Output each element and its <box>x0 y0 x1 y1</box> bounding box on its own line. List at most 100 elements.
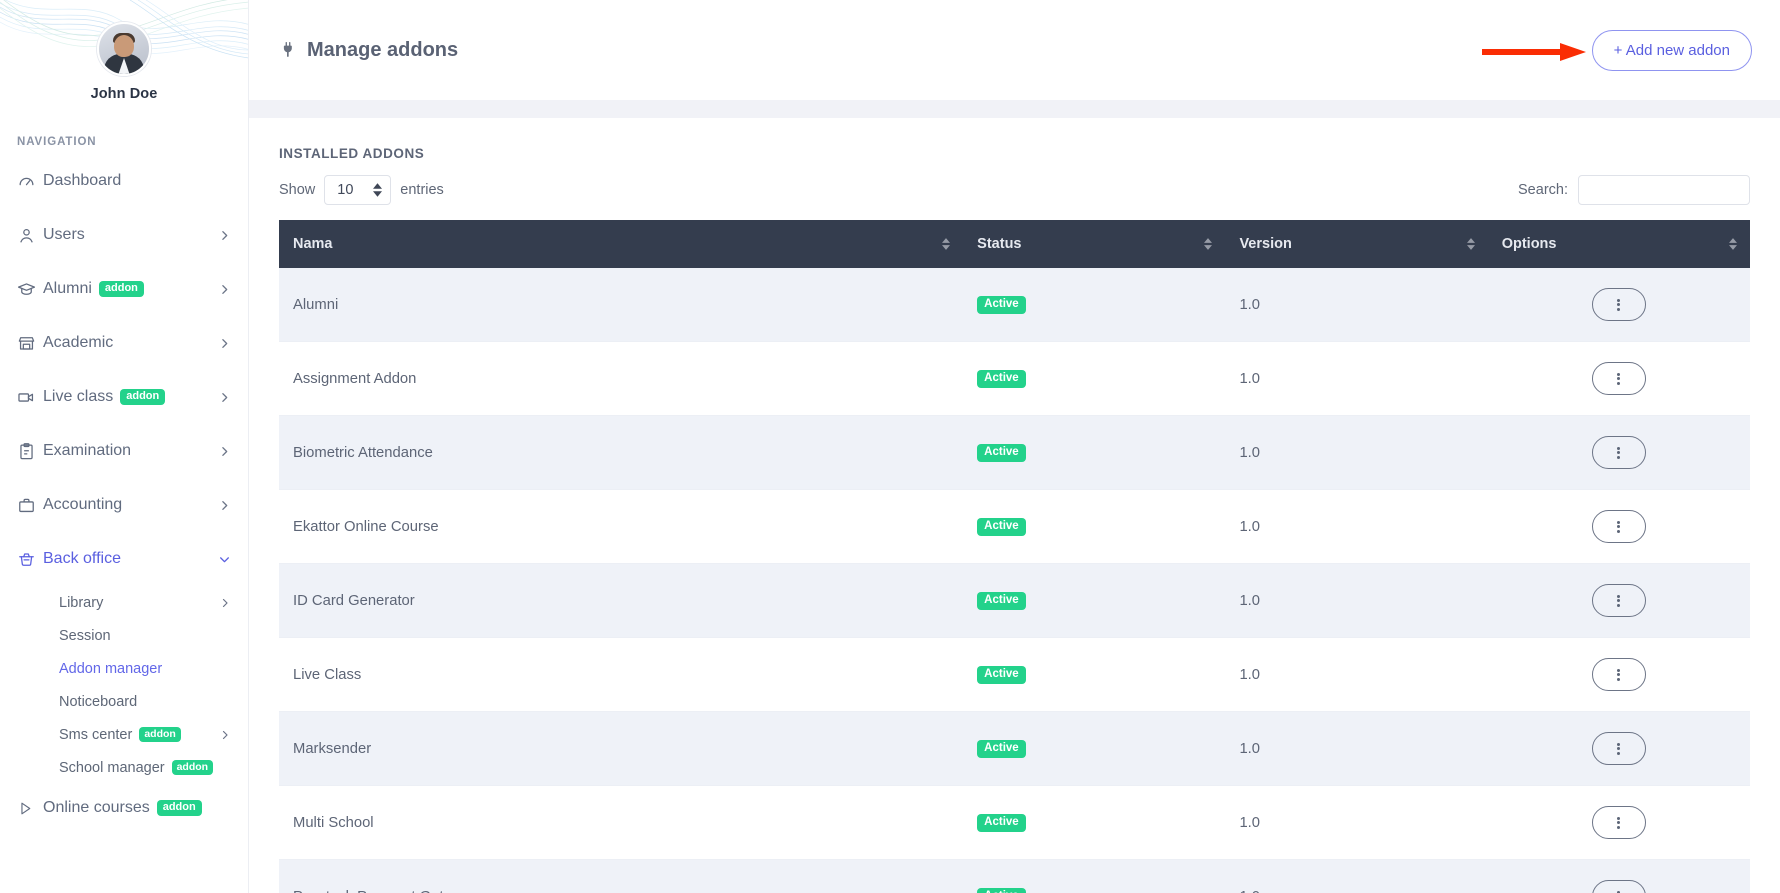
sidebar-item-users[interactable]: Users <box>0 208 248 262</box>
sidebar-subitem-session[interactable]: Session <box>0 619 248 652</box>
row-options-button[interactable] <box>1591 436 1646 469</box>
nav-heading: NAVIGATION <box>17 136 97 148</box>
sidebar-item-academic[interactable]: Academic <box>0 316 248 370</box>
sidebar-subitem-library[interactable]: Library <box>0 586 248 619</box>
row-options-button[interactable] <box>1591 732 1646 765</box>
table-head: Nama Status Version Options <box>279 220 1750 268</box>
row-options-button[interactable] <box>1591 806 1646 839</box>
cell-options <box>1487 563 1750 638</box>
column-header-options[interactable]: Options <box>1487 220 1750 268</box>
row-options-button[interactable] <box>1591 880 1646 893</box>
status-badge: Active <box>977 443 1026 463</box>
vertical-dots-icon <box>1617 593 1621 608</box>
cell-status: Active <box>963 637 1226 712</box>
sidebar-subitem-label: Session <box>59 627 111 644</box>
chevron-right-icon <box>218 283 231 296</box>
sidebar-subitem-label: Library <box>59 594 104 611</box>
sidebar-item-accounting[interactable]: Accounting <box>0 478 248 532</box>
cell-addon-name: Assignment Addon <box>279 341 964 416</box>
cell-status: Active <box>963 415 1226 490</box>
status-badge: Active <box>977 591 1026 611</box>
sidebar-item-label: Accounting <box>43 496 123 513</box>
cell-status: Active <box>963 711 1226 786</box>
column-header-version[interactable]: Version <box>1225 220 1488 268</box>
entries-select[interactable]: 102550100 <box>324 175 392 205</box>
sidebar-item-back-office[interactable]: Back office <box>0 532 248 586</box>
avatar[interactable] <box>97 22 151 76</box>
sidebar-item-label: Academic <box>43 334 114 351</box>
status-badge: Active <box>977 369 1026 389</box>
cell-version: 1.0 <box>1225 341 1488 416</box>
cell-addon-name: Biometric Attendance <box>279 415 964 490</box>
status-badge: Active <box>977 887 1026 893</box>
status-badge: Active <box>977 517 1026 537</box>
addon-badge: addon <box>171 759 214 776</box>
sidebar-item-label: Online courses <box>43 799 150 816</box>
sort-arrows-icon <box>1466 238 1475 250</box>
row-options-button[interactable] <box>1591 510 1646 543</box>
status-badge: Active <box>977 813 1026 833</box>
user-icon <box>17 226 43 245</box>
column-label: Version <box>1239 236 1292 252</box>
sidebar-subitem-school-manager[interactable]: School manager addon <box>0 751 248 784</box>
sidebar-item-alumni[interactable]: Alumni addon <box>0 262 248 316</box>
cell-status: Active <box>963 563 1226 638</box>
briefcase-icon <box>17 496 43 515</box>
cell-version: 1.0 <box>1225 489 1488 564</box>
column-label: Status <box>977 236 1022 252</box>
vertical-dots-icon <box>1617 519 1621 534</box>
chevron-right-icon <box>218 337 231 350</box>
column-header-nama[interactable]: Nama <box>279 220 964 268</box>
sidebar-item-label: Dashboard <box>43 172 122 189</box>
sidebar-subitem-sms-center[interactable]: Sms center addon <box>0 718 248 751</box>
vertical-dots-icon <box>1617 297 1621 312</box>
cell-addon-name: Paystack Payment Gateway <box>279 859 964 893</box>
cell-options <box>1487 489 1750 564</box>
show-label: Show <box>279 182 316 198</box>
cell-version: 1.0 <box>1225 563 1488 638</box>
basket-icon <box>17 550 43 569</box>
cell-status: Active <box>963 859 1226 893</box>
play-triangle-icon <box>17 800 43 817</box>
sidebar-item-online-courses[interactable]: Online courses addon <box>0 784 248 832</box>
installed-addons-card: INSTALLED ADDONS Show 102550100 entries <box>249 118 1780 893</box>
sort-arrows-icon <box>1204 238 1213 250</box>
sidebar-subitem-addon-manager[interactable]: Addon manager <box>0 652 248 685</box>
row-options-button[interactable] <box>1591 658 1646 691</box>
cell-options <box>1487 341 1750 416</box>
cell-version: 1.0 <box>1225 711 1488 786</box>
page-title-text: Manage addons <box>307 38 459 61</box>
vertical-dots-icon <box>1617 445 1621 460</box>
page-header-card: Manage addons + Add new addon <box>249 0 1780 100</box>
page-title: Manage addons <box>279 39 458 62</box>
row-options-button[interactable] <box>1591 362 1646 395</box>
table-row: Alumni Active 1.0 <box>279 268 1750 342</box>
status-badge: Active <box>977 739 1026 759</box>
sidebar-subitem-label: Noticeboard <box>59 693 138 710</box>
table-row: Assignment Addon Active 1.0 <box>279 341 1750 416</box>
vertical-dots-icon <box>1617 371 1621 386</box>
chevron-right-icon <box>218 229 231 242</box>
column-header-status[interactable]: Status <box>963 220 1226 268</box>
column-label: Options <box>1501 236 1557 252</box>
sidebar-item-label: Back office <box>43 550 121 567</box>
cell-status: Active <box>963 785 1226 860</box>
table-body: Alumni Active 1.0 Assignment Addon Active 1.0… <box>279 268 1750 893</box>
sidebar-subitem-noticeboard[interactable]: Noticeboard <box>0 685 248 718</box>
cell-addon-name: Alumni <box>279 268 964 342</box>
cell-version: 1.0 <box>1225 268 1488 342</box>
sidebar-item-live-class[interactable]: Live class addon <box>0 370 248 424</box>
addon-badge: addon <box>156 800 202 816</box>
row-options-button[interactable] <box>1591 288 1646 321</box>
sort-arrows-icon <box>942 238 951 250</box>
sidebar-item-dashboard[interactable]: Dashboard <box>0 154 248 208</box>
table-row: Ekattor Online Course Active 1.0 <box>279 489 1750 564</box>
chevron-right-icon <box>219 729 231 741</box>
sidebar-item-examination[interactable]: Examination <box>0 424 248 478</box>
row-options-button[interactable] <box>1591 584 1646 617</box>
video-camera-icon <box>17 388 43 407</box>
header-actions: + Add new addon <box>1482 29 1752 71</box>
search-input[interactable] <box>1578 175 1750 205</box>
sidebar-item-label: Live class <box>43 388 114 405</box>
add-new-addon-button[interactable]: + Add new addon <box>1591 29 1752 71</box>
